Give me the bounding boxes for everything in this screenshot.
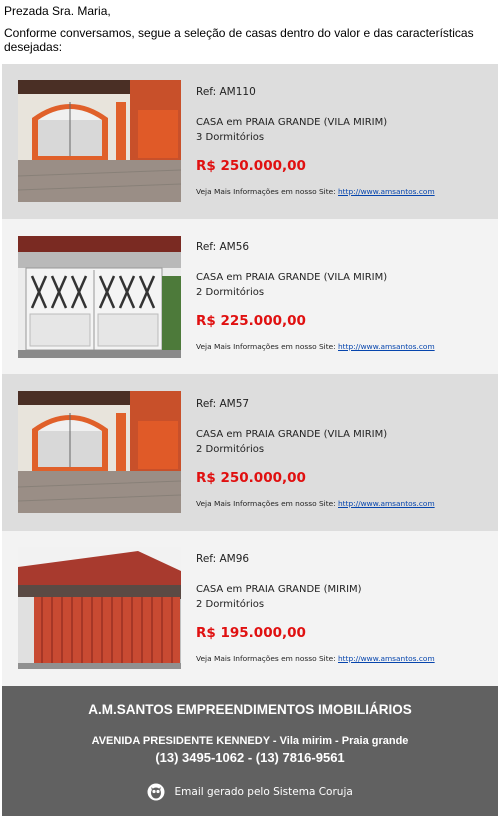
owl-icon (147, 783, 174, 801)
listing-card: Ref: AM56 CASA em PRAIA GRANDE (VILA MIR… (2, 219, 498, 374)
listing-more-info: Veja Mais Informações em nosso Site: htt… (196, 654, 435, 663)
listing-title: CASA em PRAIA GRANDE (VILA MIRIM) (196, 117, 388, 128)
listing-more-info: Veja Mais Informações em nosso Site: htt… (196, 187, 435, 196)
listing-card: Ref: AM57 CASA em PRAIA GRANDE (VILA MIR… (2, 374, 498, 531)
listing-rooms: 3 Dormitórios (196, 132, 265, 143)
property-photo[interactable] (18, 236, 181, 358)
listing-card: Ref: AM96 CASA em PRAIA GRANDE (MIRIM) 2… (2, 531, 498, 686)
email-greeting: Prezada Sra. Maria, (4, 4, 111, 18)
more-info-label: Veja Mais Informações em nosso Site: (196, 342, 336, 351)
more-info-label: Veja Mais Informações em nosso Site: (196, 499, 336, 508)
site-link[interactable]: http://www.amsantos.com (338, 342, 435, 351)
site-link[interactable]: http://www.amsantos.com (338, 187, 435, 196)
listing-more-info: Veja Mais Informações em nosso Site: htt… (196, 342, 435, 351)
company-name: A.M.SANTOS EMPREENDIMENTOS IMOBILIÁRIOS (88, 702, 412, 717)
listing-ref: Ref: AM57 (196, 398, 250, 410)
listing-title: CASA em PRAIA GRANDE (VILA MIRIM) (196, 272, 388, 283)
listing-title: CASA em PRAIA GRANDE (MIRIM) (196, 584, 362, 595)
site-link[interactable]: http://www.amsantos.com (338, 499, 435, 508)
email-footer: A.M.SANTOS EMPREENDIMENTOS IMOBILIÁRIOS … (2, 686, 498, 816)
listing-rooms: 2 Dormitórios (196, 599, 265, 610)
property-photo[interactable] (18, 547, 181, 669)
email-intro: Conforme conversamos, segue a seleção de… (4, 26, 474, 54)
listing-ref: Ref: AM56 (196, 241, 250, 253)
property-photo[interactable] (18, 80, 181, 202)
property-photo[interactable] (18, 391, 181, 513)
listing-rooms: 2 Dormitórios (196, 444, 265, 455)
more-info-label: Veja Mais Informações em nosso Site: (196, 187, 336, 196)
listing-ref: Ref: AM110 (196, 86, 256, 98)
listing-more-info: Veja Mais Informações em nosso Site: htt… (196, 499, 435, 508)
more-info-label: Veja Mais Informações em nosso Site: (196, 654, 336, 663)
listing-price: R$ 225.000,00 (196, 313, 306, 329)
generated-text: Email gerado pelo Sistema Coruja (174, 786, 353, 798)
company-phones: (13) 3495-1062 - (13) 7816-9561 (155, 750, 345, 765)
generated-by: Email gerado pelo Sistema Coruja (2, 783, 498, 801)
listing-price: R$ 195.000,00 (196, 625, 306, 641)
listing-rooms: 2 Dormitórios (196, 287, 265, 298)
site-link[interactable]: http://www.amsantos.com (338, 654, 435, 663)
listing-ref: Ref: AM96 (196, 553, 250, 565)
listing-price: R$ 250.000,00 (196, 470, 306, 486)
company-address: AVENIDA PRESIDENTE KENNEDY - Vila mirim … (91, 735, 409, 747)
listing-title: CASA em PRAIA GRANDE (VILA MIRIM) (196, 429, 388, 440)
listing-price: R$ 250.000,00 (196, 158, 306, 174)
listing-card: Ref: AM110 CASA em PRAIA GRANDE (VILA MI… (2, 64, 498, 219)
